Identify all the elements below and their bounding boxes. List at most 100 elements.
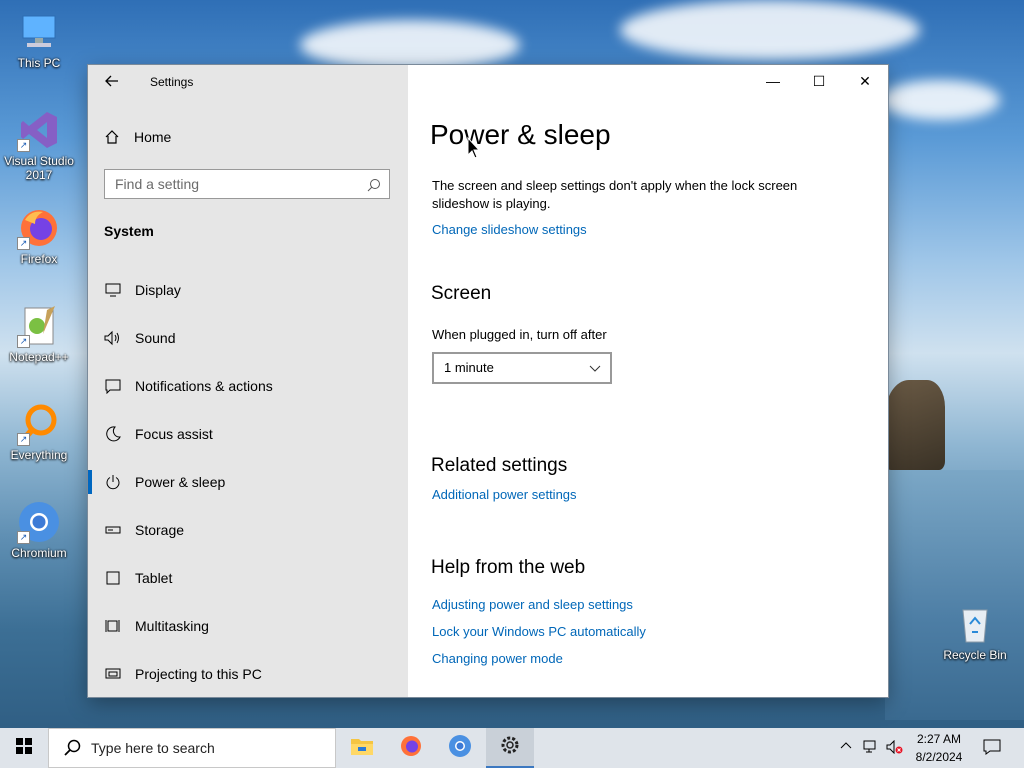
power-icon	[104, 473, 122, 491]
cloud	[620, 0, 920, 60]
network-icon[interactable]	[863, 740, 879, 757]
screen-heading: Screen	[431, 283, 492, 304]
desktop-icon-label: Notepad++	[9, 350, 69, 364]
home-nav-item[interactable]: Home	[104, 129, 171, 145]
page-title: Power & sleep	[430, 119, 611, 150]
minimize-button[interactable]: —	[750, 65, 796, 97]
taskbar-settings[interactable]	[486, 728, 534, 768]
taskbar-search-box[interactable]: Type here to search	[48, 728, 336, 768]
firefox-icon: ↗	[17, 206, 61, 250]
desktop-icon-this-pc[interactable]: This PC	[1, 10, 77, 70]
section-title: System	[104, 223, 154, 239]
computer-icon	[17, 10, 61, 54]
help-link[interactable]: Adjusting power and sleep settings	[432, 597, 633, 612]
minimize-icon: —	[766, 73, 780, 89]
clock-date: 8/2/2024	[915, 750, 963, 764]
desktop-icon-label: This PC	[17, 56, 61, 70]
taskbar-clock[interactable]: 2:27 AM 8/2/2024	[904, 730, 974, 766]
windows-logo-icon	[16, 737, 32, 759]
desktop-icon-label: Everything	[10, 448, 68, 462]
taskbar-firefox[interactable]	[387, 728, 435, 768]
help-link[interactable]: Changing power mode	[432, 651, 563, 666]
desktop-icon-label: Firefox	[20, 252, 58, 266]
sidebar-item-label: Tablet	[135, 570, 173, 586]
find-setting-input[interactable]: Find a setting	[104, 169, 390, 199]
tablet-icon	[104, 569, 122, 587]
desktop-icon-firefox[interactable]: ↗ Firefox	[1, 206, 77, 266]
help-heading: Help from the web	[431, 557, 586, 578]
plugged-in-label: When plugged in, turn off after	[432, 327, 607, 342]
chevron-down-icon	[588, 361, 602, 378]
beach-water	[885, 470, 1024, 720]
sidebar-item-label: Storage	[135, 522, 185, 538]
help-link[interactable]: Lock your Windows PC automatically	[432, 624, 646, 639]
sidebar-item-storage[interactable]: Storage	[88, 510, 408, 550]
search-icon	[367, 178, 381, 192]
taskbar-file-explorer[interactable]	[338, 728, 386, 768]
window-title: Settings	[150, 75, 194, 89]
file-explorer-icon	[350, 736, 374, 761]
start-button[interactable]	[0, 728, 48, 768]
back-arrow-icon[interactable]	[104, 73, 120, 89]
change-slideshow-link[interactable]: Change slideshow settings	[432, 222, 587, 237]
settings-window: Settings Home Find a setting System Disp…	[88, 65, 888, 697]
sidebar-item-focus-assist[interactable]: Focus assist	[88, 414, 408, 454]
everything-icon: ↗	[17, 402, 61, 446]
chevron-up-icon[interactable]	[840, 740, 852, 755]
notepadpp-icon: ↗	[17, 304, 61, 348]
sidebar-item-multitasking[interactable]: Multitasking	[88, 606, 408, 646]
additional-power-settings-link[interactable]: Additional power settings	[432, 487, 577, 502]
mouse-cursor-icon	[467, 136, 481, 166]
taskbar-search-placeholder: Type here to search	[91, 740, 215, 756]
lock-screen-note: The screen and sleep settings don't appl…	[432, 178, 798, 211]
desktop-icon-recycle-bin[interactable]: Recycle Bin	[937, 602, 1013, 662]
sidebar-item-label: Display	[135, 282, 181, 298]
sidebar-item-power-sleep[interactable]: Power & sleep	[88, 462, 408, 502]
moon-icon	[104, 425, 122, 443]
chromium-icon	[448, 734, 472, 763]
taskbar: Type here to search 2:27 AM 8/2/2024	[0, 728, 1024, 768]
sidebar-item-label: Notifications & actions	[135, 378, 273, 394]
cloud	[300, 20, 520, 70]
display-icon	[104, 281, 122, 299]
home-icon	[104, 129, 120, 145]
sound-icon	[104, 329, 122, 347]
search-placeholder: Find a setting	[115, 176, 200, 192]
sidebar-item-label: Multitasking	[135, 618, 209, 634]
visual-studio-icon: ↗	[17, 108, 61, 152]
volume-muted-icon[interactable]	[886, 739, 904, 757]
home-label: Home	[134, 129, 172, 145]
recycle-bin-icon	[953, 602, 997, 646]
desktop-icon-visual-studio[interactable]: ↗ Visual Studio 2017	[1, 108, 77, 182]
sidebar-item-tablet[interactable]: Tablet	[88, 558, 408, 598]
sidebar-item-sound[interactable]: Sound	[88, 318, 408, 358]
maximize-button[interactable]: ☐	[796, 65, 842, 97]
sidebar-item-projecting[interactable]: Projecting to this PC	[88, 654, 408, 694]
sidebar-item-label: Projecting to this PC	[135, 666, 262, 682]
settings-icon	[499, 734, 521, 761]
close-icon: ✕	[859, 72, 871, 89]
sea-rock	[885, 380, 945, 470]
dropdown-value: 1 minute	[444, 360, 494, 375]
taskbar-chromium[interactable]	[436, 728, 484, 768]
screen-timeout-dropdown[interactable]: 1 minute	[432, 352, 612, 384]
search-icon	[63, 739, 81, 757]
chromium-icon: ↗	[17, 500, 61, 544]
desktop-icon-chromium[interactable]: ↗ Chromium	[1, 500, 77, 560]
projecting-icon	[104, 665, 122, 683]
desktop-icon-label: Recycle Bin	[943, 648, 1007, 662]
sidebar-item-label: Focus assist	[135, 426, 213, 442]
clock-time: 2:27 AM	[916, 732, 962, 746]
desktop-icon-label: Chromium	[11, 546, 67, 560]
desktop-icon-everything[interactable]: ↗ Everything	[1, 402, 77, 462]
close-button[interactable]: ✕	[842, 65, 888, 97]
related-settings-heading: Related settings	[431, 455, 568, 476]
sidebar-item-notifications[interactable]: Notifications & actions	[88, 366, 408, 406]
desktop-icon-notepadpp[interactable]: ↗ Notepad++	[1, 304, 77, 364]
multitasking-icon	[104, 617, 122, 635]
firefox-icon	[399, 734, 423, 763]
cloud	[880, 80, 1000, 120]
action-center-icon[interactable]	[983, 738, 1001, 759]
settings-sidebar: Settings Home Find a setting System Disp…	[88, 65, 408, 697]
sidebar-item-display[interactable]: Display	[88, 270, 408, 310]
